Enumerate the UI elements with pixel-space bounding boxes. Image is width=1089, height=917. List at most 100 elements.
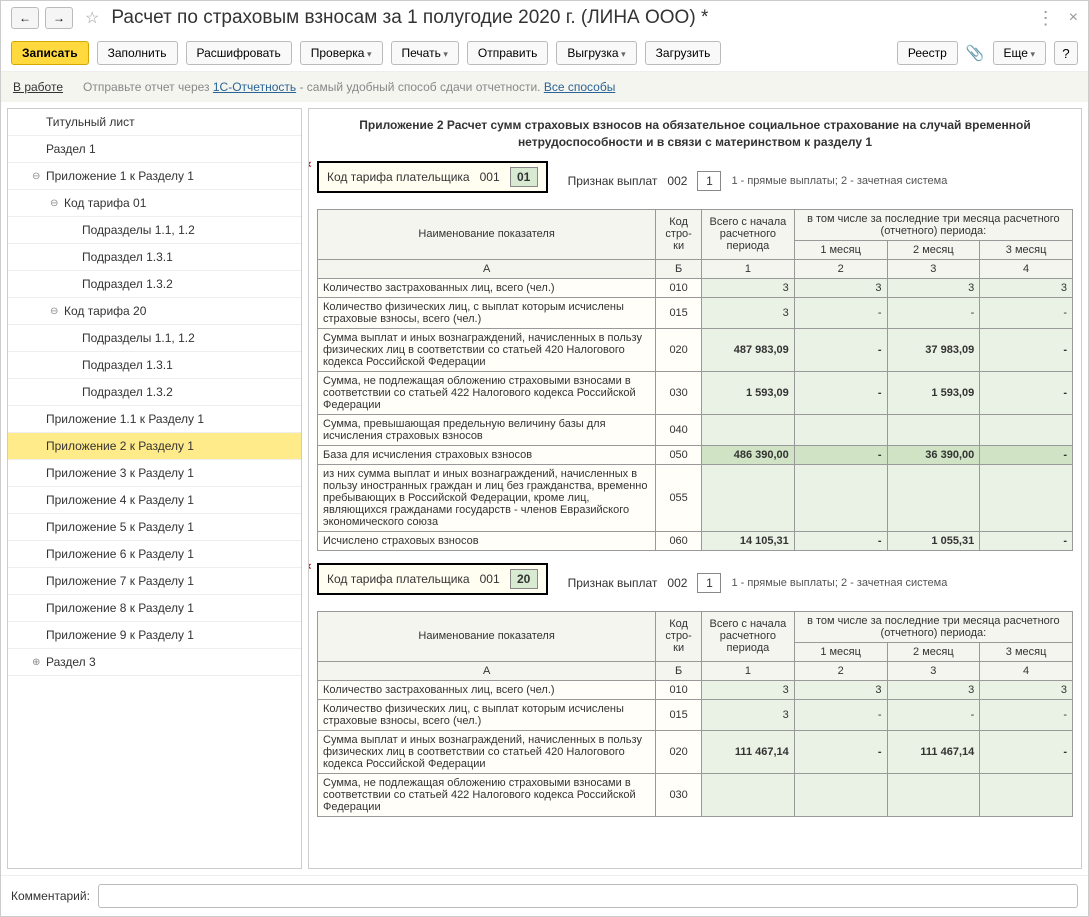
cell-value[interactable]: - <box>794 371 887 414</box>
cell-value[interactable]: 3 <box>794 278 887 297</box>
cell-value[interactable] <box>702 414 795 445</box>
tree-item[interactable]: Приложение 7 к Разделу 1 <box>8 568 301 595</box>
tree-item[interactable]: Приложение 4 к Разделу 1 <box>8 487 301 514</box>
sign-value[interactable]: 1 <box>697 171 721 191</box>
cell-value[interactable]: 486 390,00 <box>702 445 795 464</box>
cell-value[interactable]: 3 <box>702 297 795 328</box>
fill-button[interactable]: Заполнить <box>97 41 178 65</box>
cell-value[interactable] <box>980 773 1073 816</box>
cell-value[interactable] <box>887 773 980 816</box>
cell-value[interactable]: - <box>794 699 887 730</box>
cell-value[interactable]: - <box>980 531 1073 550</box>
tree-item[interactable]: Приложение 8 к Разделу 1 <box>8 595 301 622</box>
tree-item[interactable]: Приложение 6 к Разделу 1 <box>8 541 301 568</box>
close-icon[interactable]: × <box>1069 9 1078 27</box>
tree-item[interactable]: Подраздел 1.3.1 <box>8 244 301 271</box>
cell-value[interactable]: 3 <box>794 680 887 699</box>
cell-value[interactable]: - <box>980 445 1073 464</box>
cell-value[interactable] <box>887 464 980 531</box>
cell-value[interactable] <box>887 414 980 445</box>
cell-value[interactable]: 487 983,09 <box>702 328 795 371</box>
help-button[interactable]: ? <box>1054 41 1078 65</box>
tree-item[interactable]: Подраздел 1.3.2 <box>8 271 301 298</box>
tree-item[interactable]: Раздел 1 <box>8 136 301 163</box>
decode-button[interactable]: Расшифровать <box>186 41 292 65</box>
cell-value[interactable]: - <box>794 445 887 464</box>
tree-item[interactable]: Титульный лист <box>8 109 301 136</box>
cell-value[interactable] <box>702 773 795 816</box>
cell-value[interactable]: - <box>887 297 980 328</box>
cell-value[interactable]: 3 <box>702 680 795 699</box>
tree-item[interactable]: Подразделы 1.1, 1.2 <box>8 325 301 352</box>
export-button[interactable]: Выгрузка <box>556 41 636 65</box>
cell-value[interactable]: - <box>794 328 887 371</box>
all-methods-link[interactable]: Все способы <box>544 80 616 94</box>
tariff-value[interactable]: 20 <box>510 569 538 589</box>
th-name: Наименование показателя <box>318 611 656 661</box>
check-button[interactable]: Проверка <box>300 41 383 65</box>
cell-value[interactable]: - <box>980 699 1073 730</box>
tree-toggle-icon[interactable]: ⊕ <box>32 657 46 668</box>
cell-value[interactable] <box>702 464 795 531</box>
more-button[interactable]: Еще <box>993 41 1046 65</box>
cell-value[interactable] <box>980 414 1073 445</box>
save-button[interactable]: Записать <box>11 41 89 65</box>
cell-value[interactable]: - <box>980 328 1073 371</box>
cell-value[interactable]: - <box>980 730 1073 773</box>
cell-value[interactable]: - <box>980 371 1073 414</box>
send-button[interactable]: Отправить <box>467 41 549 65</box>
cell-value[interactable]: 3 <box>980 278 1073 297</box>
cell-value[interactable]: 1 593,09 <box>702 371 795 414</box>
registry-button[interactable]: Реестр <box>897 41 958 65</box>
cell-value[interactable]: 1 055,31 <box>887 531 980 550</box>
comment-input[interactable] <box>98 884 1078 908</box>
cell-code: 040 <box>656 414 702 445</box>
cell-value[interactable]: 3 <box>887 680 980 699</box>
cell-value[interactable]: 14 105,31 <box>702 531 795 550</box>
status-link[interactable]: В работе <box>13 80 63 94</box>
cell-value[interactable]: 3 <box>702 278 795 297</box>
sign-value[interactable]: 1 <box>697 573 721 593</box>
favorite-icon[interactable]: ☆ <box>85 8 99 28</box>
tree-item[interactable]: Подразделы 1.1, 1.2 <box>8 217 301 244</box>
tree-item[interactable]: Подраздел 1.3.2 <box>8 379 301 406</box>
tree-item[interactable]: Приложение 9 к Разделу 1 <box>8 622 301 649</box>
tariff-value[interactable]: 01 <box>510 167 538 187</box>
tree-item[interactable]: Приложение 2 к Разделу 1 <box>8 433 301 460</box>
tree-item[interactable]: ⊖Код тарифа 01 <box>8 190 301 217</box>
tree-item[interactable]: Подраздел 1.3.1 <box>8 352 301 379</box>
cell-value[interactable]: 3 <box>980 680 1073 699</box>
cell-value[interactable] <box>980 464 1073 531</box>
tree-toggle-icon[interactable]: ⊖ <box>50 198 64 209</box>
print-button[interactable]: Печать <box>391 41 459 65</box>
cell-value[interactable]: 3 <box>702 699 795 730</box>
menu-dots-icon[interactable]: ⋮ <box>1037 8 1055 29</box>
cell-value[interactable]: - <box>980 297 1073 328</box>
cell-value[interactable]: 36 390,00 <box>887 445 980 464</box>
cell-value[interactable] <box>794 464 887 531</box>
nav-forward-button[interactable]: → <box>45 7 73 29</box>
tree-toggle-icon[interactable]: ⊖ <box>32 171 46 182</box>
cell-value[interactable]: 111 467,14 <box>702 730 795 773</box>
attachment-icon[interactable]: 📎 <box>966 44 985 62</box>
cell-value[interactable]: - <box>794 297 887 328</box>
cell-value[interactable]: - <box>887 699 980 730</box>
cell-value[interactable]: 37 983,09 <box>887 328 980 371</box>
cell-value[interactable]: 1 593,09 <box>887 371 980 414</box>
tree-item[interactable]: ⊕Раздел 3 <box>8 649 301 676</box>
tree-item[interactable]: ⊖Код тарифа 20 <box>8 298 301 325</box>
tree-item[interactable]: Приложение 1.1 к Разделу 1 <box>8 406 301 433</box>
cell-value[interactable] <box>794 773 887 816</box>
tree-item[interactable]: ⊖Приложение 1 к Разделу 1 <box>8 163 301 190</box>
nav-back-button[interactable]: ← <box>11 7 39 29</box>
reporting-link[interactable]: 1С-Отчетность <box>213 80 296 94</box>
import-button[interactable]: Загрузить <box>645 41 722 65</box>
cell-value[interactable]: - <box>794 730 887 773</box>
cell-value[interactable]: 3 <box>887 278 980 297</box>
tree-item[interactable]: Приложение 5 к Разделу 1 <box>8 514 301 541</box>
cell-value[interactable] <box>794 414 887 445</box>
tree-item[interactable]: Приложение 3 к Разделу 1 <box>8 460 301 487</box>
tree-toggle-icon[interactable]: ⊖ <box>50 306 64 317</box>
cell-value[interactable]: 111 467,14 <box>887 730 980 773</box>
cell-value[interactable]: - <box>794 531 887 550</box>
